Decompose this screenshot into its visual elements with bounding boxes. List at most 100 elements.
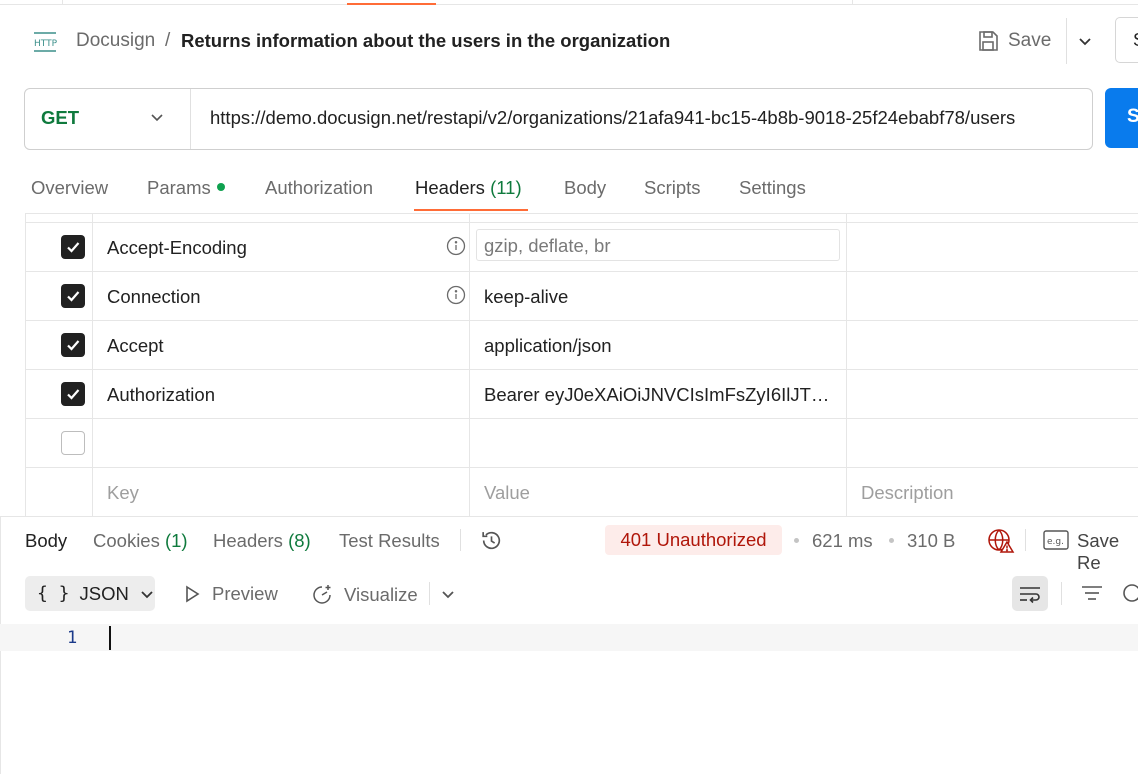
divider <box>1061 582 1062 605</box>
divider <box>429 582 430 605</box>
share-button[interactable]: S <box>1115 17 1138 63</box>
chevron-down-icon <box>139 586 155 602</box>
save-label: Save <box>1008 30 1052 51</box>
response-size[interactable]: 310 B <box>907 530 955 552</box>
tab-params-label: Params <box>147 177 211 198</box>
format-select[interactable]: { } JSON <box>25 576 155 611</box>
header-value[interactable]: Bearer eyJ0eXAiOiJNVCIsImFsZyI6IlJT… <box>484 384 829 406</box>
save-response-button[interactable]: Save Re <box>1077 530 1138 574</box>
active-request-tab-indicator <box>347 3 436 5</box>
info-icon[interactable] <box>446 285 466 305</box>
search-icon[interactable] <box>1121 582 1138 606</box>
send-button[interactable]: S <box>1105 88 1138 148</box>
format-label: JSON <box>79 582 129 604</box>
header-key[interactable]: Accept-Encoding <box>107 237 247 259</box>
row-checkbox[interactable] <box>61 431 85 455</box>
tab-headers-label: Headers <box>415 177 485 198</box>
separator-dot <box>889 538 894 543</box>
chevron-down-icon[interactable] <box>440 586 456 602</box>
request-title[interactable]: Returns information about the users in t… <box>181 30 670 52</box>
info-icon[interactable] <box>446 236 466 256</box>
tab-separator <box>852 0 853 4</box>
table-column-border <box>846 213 847 516</box>
active-tab-indicator <box>414 209 528 211</box>
svg-text:HTTP: HTTP <box>34 39 58 49</box>
method-select[interactable]: GET <box>41 107 79 129</box>
table-border <box>25 418 1138 419</box>
save-icon <box>976 29 1000 53</box>
tab-authorization[interactable]: Authorization <box>265 177 373 199</box>
response-tab-headers-count: (8) <box>288 530 311 551</box>
breadcrumb-separator: / <box>165 30 171 51</box>
response-tab-cookies-label: Cookies <box>93 530 160 551</box>
table-border <box>25 467 1138 468</box>
visualize-label: Visualize <box>344 584 418 605</box>
line-number: 1 <box>67 628 78 648</box>
table-border <box>25 271 1138 272</box>
row-checkbox[interactable] <box>61 284 85 308</box>
tab-headers[interactable]: Headers (11) <box>415 177 522 199</box>
header-key[interactable]: Accept <box>107 335 164 357</box>
response-tab-cookies[interactable]: Cookies (1) <box>93 530 188 552</box>
chevron-down-icon[interactable] <box>148 108 166 126</box>
save-options-button[interactable] <box>1070 22 1100 60</box>
tab-separator <box>62 0 63 4</box>
tab-settings[interactable]: Settings <box>739 177 806 199</box>
editor-active-line <box>0 624 1138 651</box>
table-column-border <box>92 213 93 516</box>
tab-params[interactable]: Params <box>147 177 225 199</box>
table-border <box>25 320 1138 321</box>
row-checkbox[interactable] <box>61 333 85 357</box>
row-checkbox[interactable] <box>61 382 85 406</box>
key-input[interactable]: Key <box>107 482 139 504</box>
sparkle-chart-icon <box>310 583 334 607</box>
svg-text:e.g.: e.g. <box>1047 537 1064 547</box>
visualize-button[interactable]: Visualize <box>310 583 418 607</box>
table-column-border <box>469 213 470 516</box>
divider <box>1066 18 1067 64</box>
text-cursor <box>109 626 111 650</box>
tab-headers-count: (11) <box>490 177 522 198</box>
tab-scripts[interactable]: Scripts <box>644 177 701 199</box>
url-input[interactable]: https://demo.docusign.net/restapi/v2/org… <box>210 107 1015 129</box>
status-badge[interactable]: 401 Unauthorized <box>605 525 782 555</box>
separator-dot <box>794 538 799 543</box>
json-braces-icon: { } <box>37 583 70 604</box>
header-value[interactable]: keep-alive <box>484 286 568 308</box>
response-tab-headers[interactable]: Headers (8) <box>213 530 311 552</box>
divider <box>1025 529 1026 551</box>
row-checkbox[interactable] <box>61 235 85 259</box>
header-key[interactable]: Connection <box>107 286 201 308</box>
header-key[interactable]: Authorization <box>107 384 215 406</box>
response-divider <box>0 516 1138 517</box>
header-value-input[interactable]: gzip, deflate, br <box>476 229 840 261</box>
save-button[interactable]: Save <box>976 22 1060 60</box>
tab-overview[interactable]: Overview <box>31 177 108 199</box>
preview-button[interactable]: Preview <box>182 583 278 605</box>
table-border <box>25 213 1138 214</box>
table-border <box>25 222 1138 223</box>
filter-icon[interactable] <box>1080 583 1104 605</box>
response-tab-body[interactable]: Body <box>25 530 67 552</box>
tab-body[interactable]: Body <box>564 177 606 199</box>
network-globe-icon[interactable] <box>987 528 1015 554</box>
wrap-lines-button[interactable] <box>1012 576 1048 611</box>
value-input[interactable]: Value <box>484 482 530 504</box>
response-tab-headers-label: Headers <box>213 530 283 551</box>
response-tab-test-results[interactable]: Test Results <box>339 530 440 552</box>
play-icon <box>182 584 202 604</box>
table-border <box>25 369 1138 370</box>
breadcrumb-parent[interactable]: Docusign <box>76 30 155 52</box>
http-icon: HTTP <box>31 28 59 56</box>
preview-label: Preview <box>212 583 278 604</box>
history-icon[interactable] <box>479 528 504 553</box>
divider <box>190 89 191 149</box>
divider <box>460 529 461 551</box>
header-value[interactable]: application/json <box>484 335 612 357</box>
chevron-down-icon <box>1077 33 1093 49</box>
description-input[interactable]: Description <box>861 482 954 504</box>
response-time[interactable]: 621 ms <box>812 530 873 552</box>
response-tab-cookies-count: (1) <box>164 530 188 551</box>
example-icon: e.g. <box>1043 529 1069 551</box>
top-tab-strip-border <box>0 4 1138 5</box>
